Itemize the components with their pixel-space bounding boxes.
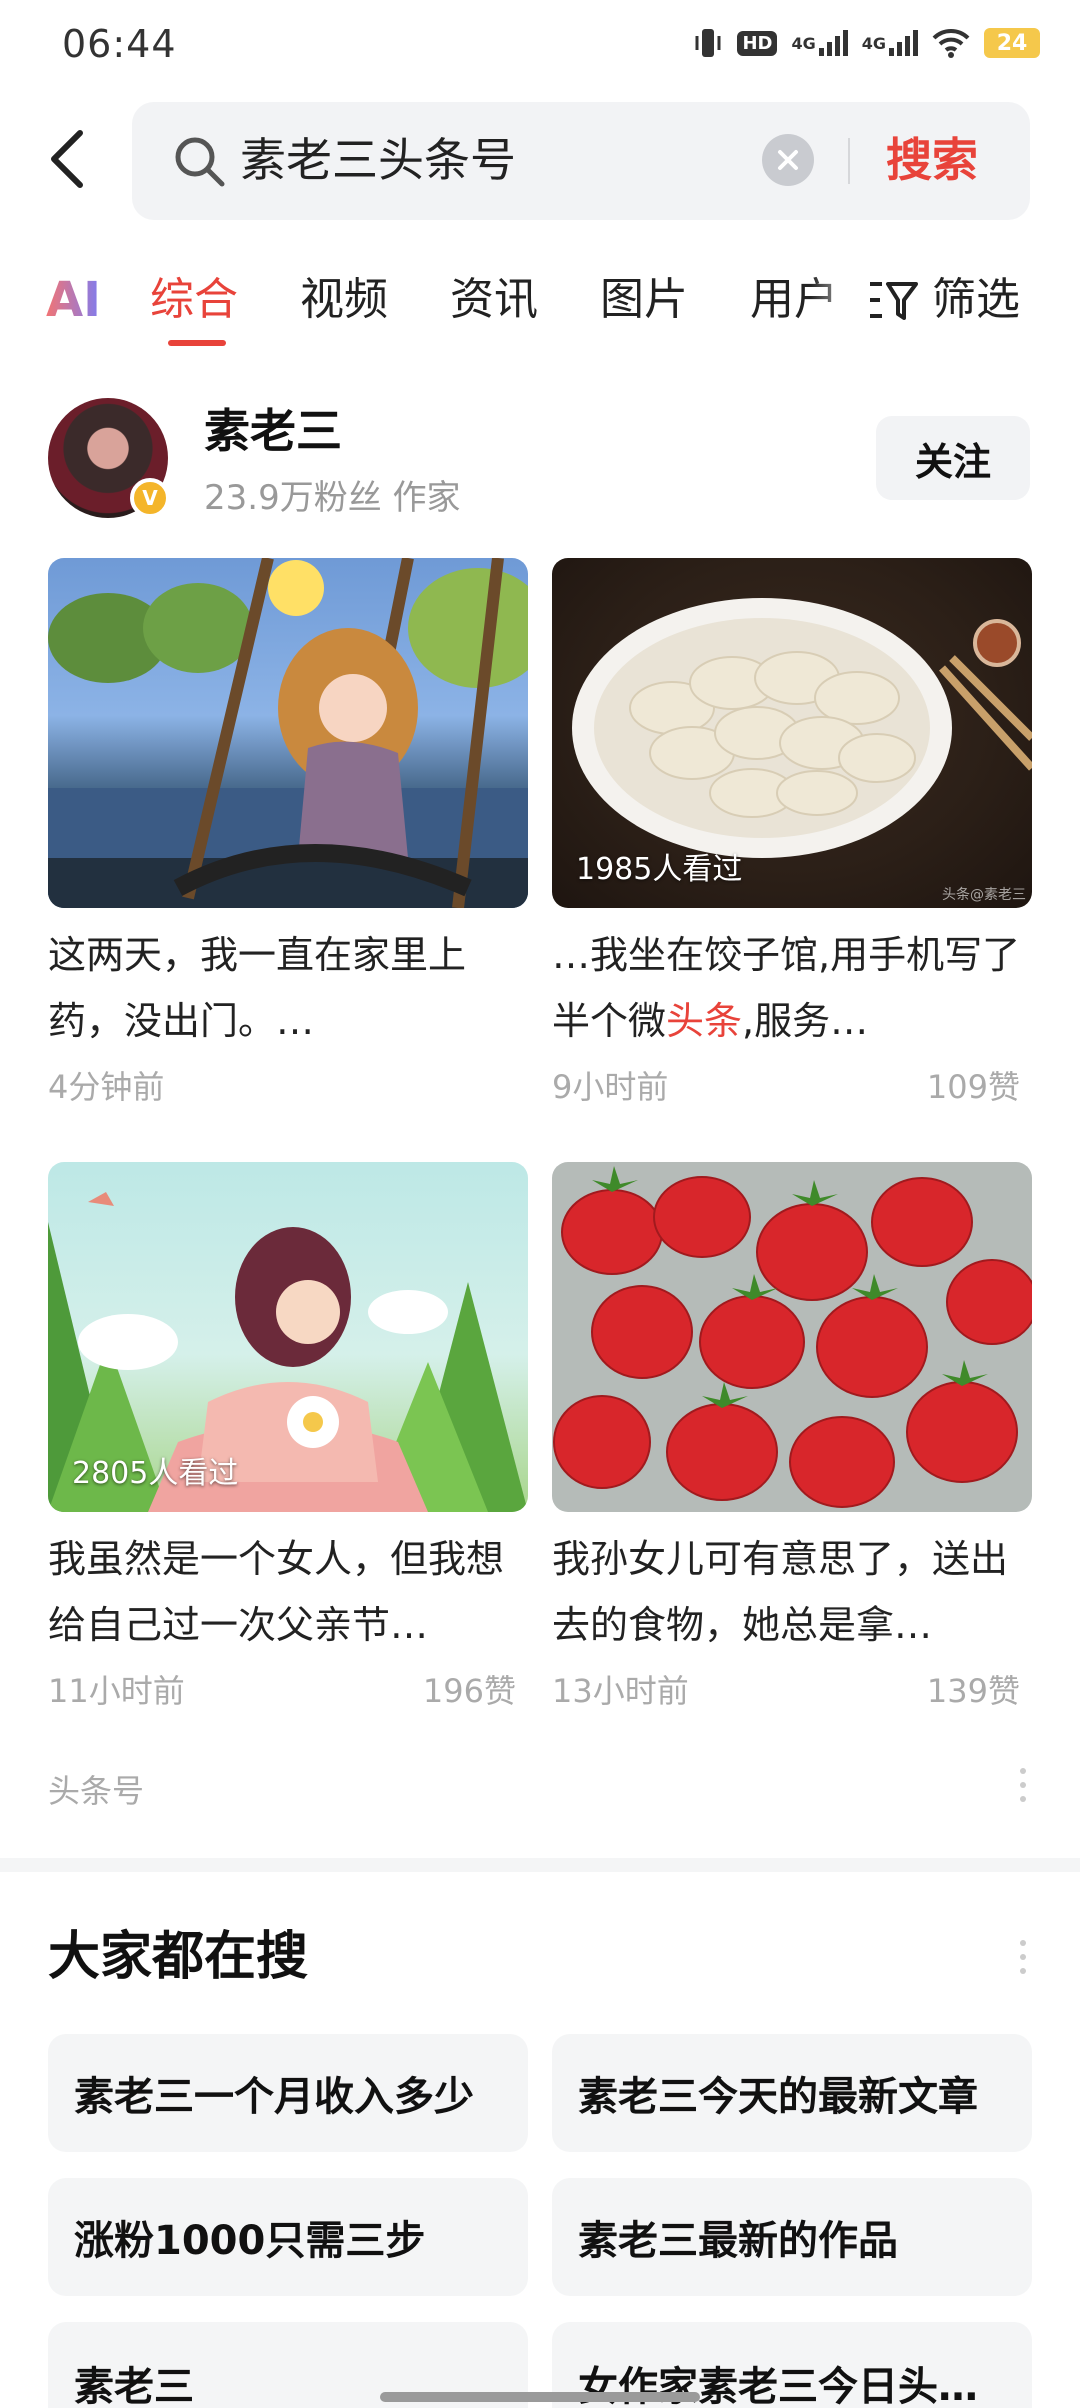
profile-name[interactable]: 素老三 xyxy=(204,402,342,460)
search-bar[interactable]: 素老三头条号 搜索 xyxy=(132,102,1030,220)
article-meta: 11小时前 196赞 xyxy=(48,1666,528,1716)
article-card-2[interactable]: 1985人看过 头条@素老三 …我坐在饺子馆,用手机写了半个微头条,服务… 9小… xyxy=(552,558,1032,1112)
view-count: 1985人看过 xyxy=(576,852,743,887)
article-card-4[interactable]: 我孙女儿可有意思了，送出去的食物，她总是拿… 13小时前 139赞 xyxy=(552,1162,1032,1716)
signal-4g-icon-1: 4G xyxy=(791,30,848,56)
like-count: 139赞 xyxy=(926,1672,1020,1710)
article-time: 9小时前 xyxy=(552,1068,669,1106)
filter-icon xyxy=(870,282,918,320)
search-button[interactable]: 搜索 xyxy=(886,130,978,190)
clear-icon xyxy=(778,150,798,170)
article-title[interactable]: 这两天，我一直在家里上药，没出门。… xyxy=(48,922,528,1054)
article-thumbnail[interactable]: 1985人看过 头条@素老三 xyxy=(552,558,1032,908)
article-thumbnail[interactable]: 2805人看过 xyxy=(48,1162,528,1512)
tab-ai[interactable]: AI xyxy=(46,270,101,330)
illustration-swing-girl xyxy=(48,558,528,908)
hd-icon: HD xyxy=(737,30,778,56)
status-bar: 06:44 HD 4G 4G 24 xyxy=(0,0,1080,86)
image-watermark: 头条@素老三 xyxy=(942,887,1026,903)
tab-video[interactable]: 视频 xyxy=(300,270,388,330)
tab-bar: AI 综合 视频 资讯 图片 用户 筛选 xyxy=(0,256,1080,356)
profile-meta: 23.9万粉丝 作家 xyxy=(204,478,461,518)
article-title[interactable]: 我孙女儿可有意思了，送出去的食物，她总是拿… xyxy=(552,1526,1032,1658)
article-card-1[interactable]: 这两天，我一直在家里上药，没出门。… 4分钟前 xyxy=(48,558,528,1112)
search-icon xyxy=(175,137,225,187)
tab-all[interactable]: 综合 xyxy=(150,270,238,330)
article-time: 11小时前 xyxy=(48,1672,185,1710)
article-time: 4分钟前 xyxy=(48,1068,165,1106)
article-meta: 9小时前 109赞 xyxy=(552,1062,1032,1112)
status-time: 06:44 xyxy=(62,22,177,66)
signal-4g-icon-2: 4G xyxy=(862,30,918,56)
article-title[interactable]: …我坐在饺子馆,用手机写了半个微头条,服务… xyxy=(552,922,1032,1054)
back-arrow-icon xyxy=(51,130,83,188)
like-count: 196赞 xyxy=(422,1672,516,1710)
tab-news[interactable]: 资讯 xyxy=(450,270,538,330)
back-button[interactable] xyxy=(40,124,96,194)
trending-more-icon[interactable] xyxy=(1020,1940,1030,1974)
trending-item[interactable]: 涨粉1000只需三步 xyxy=(48,2178,528,2296)
verified-icon: V xyxy=(130,478,170,518)
status-icons: HD 4G 4G 24 xyxy=(693,22,1040,64)
article-meta: 13小时前 139赞 xyxy=(552,1666,1032,1716)
more-icon[interactable] xyxy=(1020,1768,1030,1802)
clear-button[interactable] xyxy=(762,134,814,186)
follow-button[interactable]: 关注 xyxy=(876,416,1030,500)
trending-item[interactable]: 素老三一个月收入多少 xyxy=(48,2034,528,2152)
article-title[interactable]: 我虽然是一个女人，但我想给自己过一次父亲节… xyxy=(48,1526,528,1658)
wifi-icon xyxy=(932,28,970,58)
view-count: 2805人看过 xyxy=(72,1456,239,1491)
trending-item[interactable]: 素老三最新的作品 xyxy=(552,2178,1032,2296)
article-time: 13小时前 xyxy=(552,1672,689,1710)
article-card-3[interactable]: 2805人看过 我虽然是一个女人，但我想给自己过一次父亲节… 11小时前 196… xyxy=(48,1162,528,1716)
search-divider xyxy=(848,138,850,184)
filter-button[interactable]: 筛选 xyxy=(868,270,1020,330)
vibrate-icon xyxy=(693,26,723,60)
home-indicator[interactable] xyxy=(380,2392,700,2402)
trending-item[interactable]: 素老三今天的最新文章 xyxy=(552,2034,1032,2152)
filter-label: 筛选 xyxy=(932,274,1020,325)
article-thumbnail[interactable] xyxy=(552,1162,1032,1512)
trending-title: 大家都在搜 xyxy=(48,1927,309,1987)
article-meta: 4分钟前 xyxy=(48,1062,528,1112)
like-count: 109赞 xyxy=(926,1068,1020,1106)
search-input[interactable]: 素老三头条号 xyxy=(240,130,516,190)
photo-strawberries xyxy=(553,1166,1032,1508)
tab-images[interactable]: 图片 xyxy=(600,270,688,330)
article-thumbnail[interactable] xyxy=(48,558,528,908)
source-label: 头条号 xyxy=(48,1772,145,1810)
tabs-fade xyxy=(810,256,870,356)
battery-icon: 24 xyxy=(984,28,1040,58)
active-tab-indicator xyxy=(168,340,226,346)
highlight-keyword: 头条 xyxy=(666,999,743,1043)
section-divider xyxy=(0,1858,1080,1872)
